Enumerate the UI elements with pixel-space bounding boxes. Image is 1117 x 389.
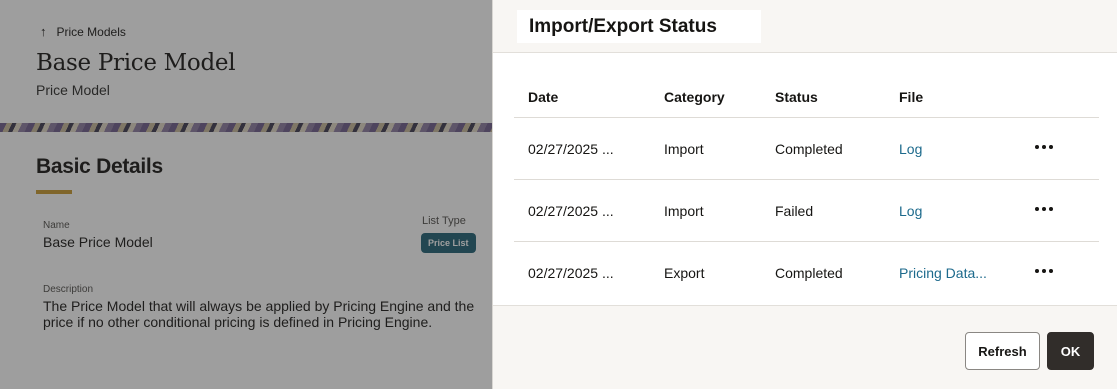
row-file-link[interactable]: Log xyxy=(899,141,922,157)
more-actions-icon[interactable] xyxy=(1032,260,1056,282)
refresh-button[interactable]: Refresh xyxy=(965,332,1040,370)
column-header-file[interactable]: File xyxy=(899,89,923,105)
ok-button[interactable]: OK xyxy=(1047,332,1094,370)
drawer-header: Import/Export Status xyxy=(493,0,1117,53)
table-row: 02/27/2025 ... Import Failed Log xyxy=(514,180,1099,242)
row-date: 02/27/2025 ... xyxy=(528,141,614,157)
column-header-category[interactable]: Category xyxy=(664,89,725,105)
more-actions-icon[interactable] xyxy=(1032,136,1056,158)
column-header-status[interactable]: Status xyxy=(775,89,818,105)
modal-overlay[interactable] xyxy=(0,0,492,389)
more-actions-icon[interactable] xyxy=(1032,198,1056,220)
table-row: 02/27/2025 ... Export Completed Pricing … xyxy=(514,242,1099,304)
row-category: Import xyxy=(664,141,704,157)
row-category: Import xyxy=(664,203,704,219)
column-header-date[interactable]: Date xyxy=(528,89,558,105)
table-header: Date Category Status File xyxy=(514,73,1099,118)
drawer-footer: Refresh OK xyxy=(493,305,1117,389)
row-file-link[interactable]: Log xyxy=(899,203,922,219)
row-category: Export xyxy=(664,265,705,281)
table-row: 02/27/2025 ... Import Completed Log xyxy=(514,118,1099,180)
drawer-title: Import/Export Status xyxy=(529,16,717,37)
import-export-status-drawer: Import/Export Status Date Category Statu… xyxy=(492,0,1117,389)
row-date: 02/27/2025 ... xyxy=(528,203,614,219)
row-date: 02/27/2025 ... xyxy=(528,265,614,281)
drawer-body: Date Category Status File 02/27/2025 ...… xyxy=(493,53,1117,305)
row-status: Failed xyxy=(775,203,814,219)
row-file-link[interactable]: Pricing Data... xyxy=(899,265,987,281)
status-table: Date Category Status File 02/27/2025 ...… xyxy=(514,73,1099,304)
row-status: Completed xyxy=(775,141,843,157)
row-status: Completed xyxy=(775,265,843,281)
